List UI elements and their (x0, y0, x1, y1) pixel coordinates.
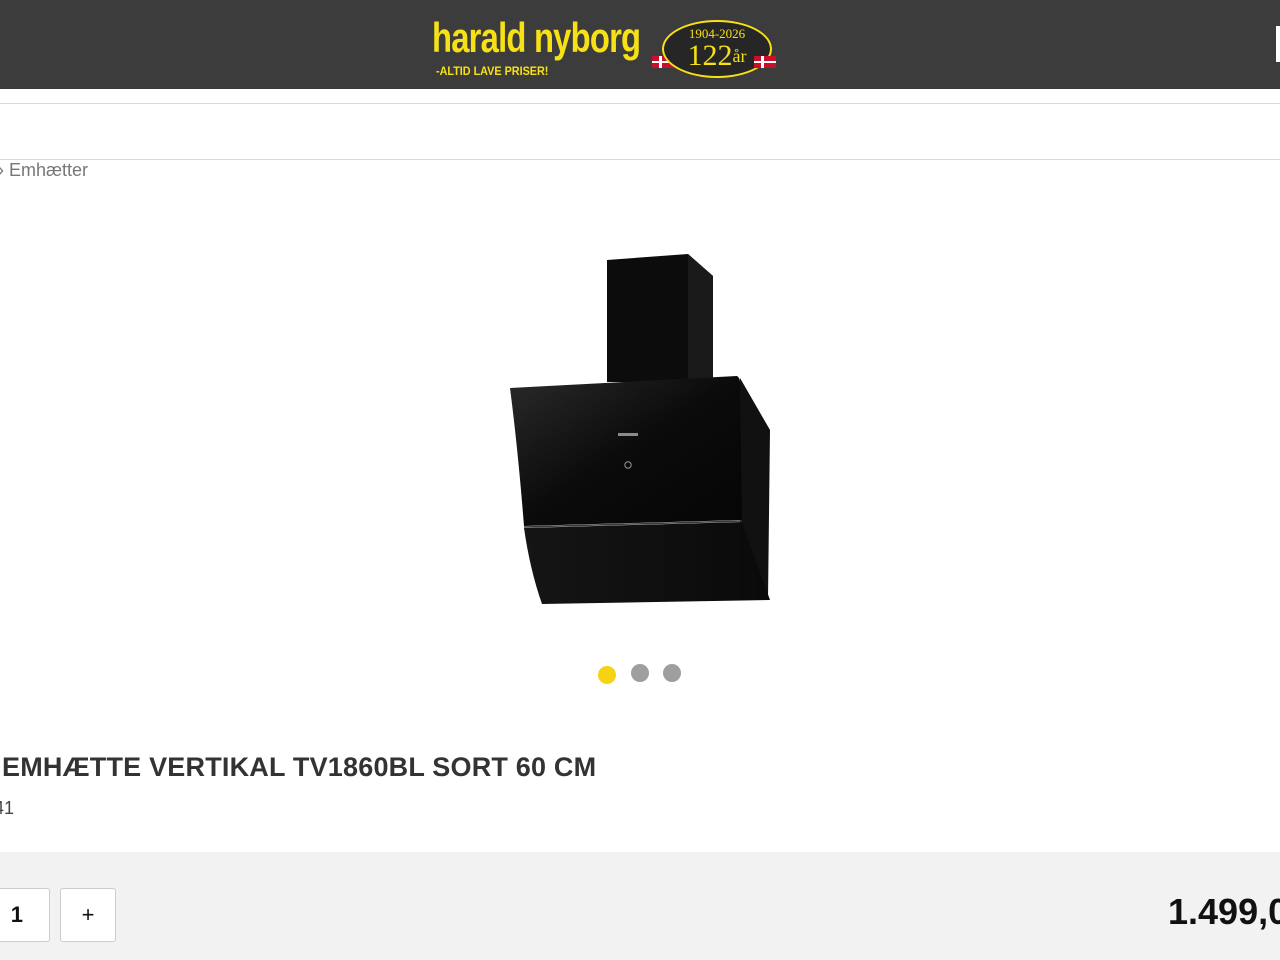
gallery-dot[interactable] (631, 664, 649, 682)
breadcrumb[interactable]: › Emhætter (0, 160, 88, 180)
divider (0, 159, 1280, 160)
purchase-bar (0, 852, 1280, 960)
logo-slogan: -ALTID LAVE PRISER! (436, 64, 549, 78)
harald-nyborg-logo[interactable]: harald nyborg -ALTID LAVE PRISER! 1904-2… (432, 12, 782, 80)
danish-flag-icon (754, 56, 776, 68)
site-header: harald nyborg -ALTID LAVE PRISER! 1904-2… (0, 0, 1280, 89)
product-title: EMHÆTTE VERTIKAL TV1860BL SORT 60 CM (2, 752, 597, 782)
quantity-increase-button[interactable]: + (60, 888, 116, 942)
logo-name: harald nyborg (432, 14, 641, 61)
product-sku: 941 (0, 798, 15, 818)
gallery-dot[interactable] (663, 664, 681, 682)
menu-button-edge[interactable] (1276, 26, 1280, 62)
gallery-dot-active[interactable] (598, 666, 616, 684)
range-hood-product-image[interactable] (500, 250, 780, 610)
anniversary-seal: 1904-2026 122år (662, 20, 772, 78)
product-price: 1.499,0 (1168, 891, 1280, 932)
divider (0, 103, 1280, 104)
quantity-input[interactable]: 1 (0, 888, 50, 942)
